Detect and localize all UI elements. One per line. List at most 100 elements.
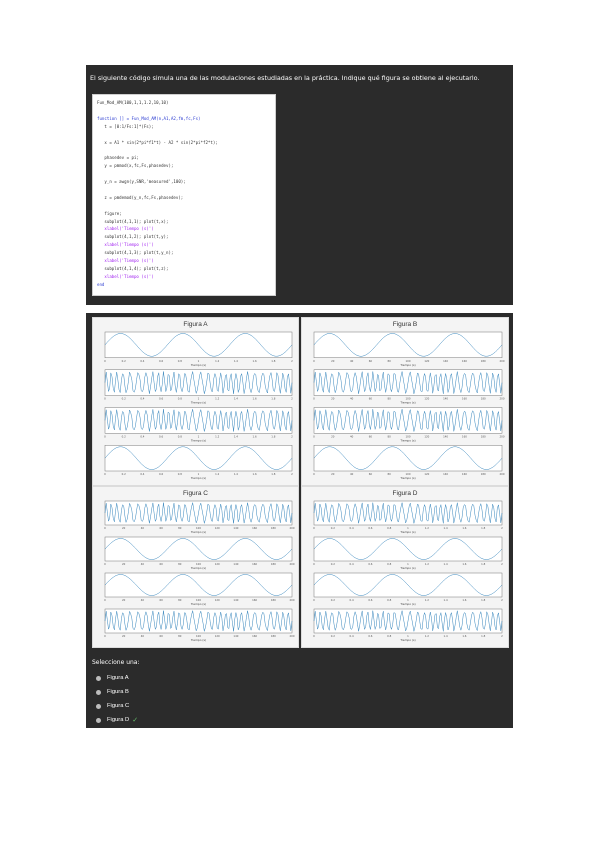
- radio-button[interactable]: [96, 717, 101, 723]
- subplot: 0 0.2 0.4 0.6 0.8 1 1.2 1.4 1.6 1.8 2Tiempo (s): [104, 445, 293, 480]
- figure-d: 0 0.2 0.4 0.6 0.8 1 1.2 1.4 1.6 1.8 2 Tiempo (s) 0 0.…: [301, 486, 509, 648]
- tick-label: 0: [313, 634, 315, 638]
- x-axis-label: Tiempo (s): [399, 638, 415, 642]
- figure-title: Figura B: [392, 321, 418, 328]
- tick-label: 2: [291, 472, 293, 476]
- tick-label: 1.8: [271, 434, 275, 438]
- tick-label: 0.6: [368, 598, 372, 602]
- tick-label: 0.6: [159, 434, 163, 438]
- x-axis-label: Tiempo (s): [399, 530, 415, 534]
- subplot: 0 0.2 0.4 0.6 0.8 1 1.2 1.4 1.6 1.8 2Tiempo (s): [104, 369, 293, 405]
- code-line: subplot(4,1,3); plot(t,y_n);: [97, 250, 174, 256]
- tick-label: 0.6: [159, 472, 163, 476]
- radio-button[interactable]: [96, 689, 101, 695]
- tick-label: 180: [481, 472, 486, 476]
- select-label: Seleccione una:: [92, 659, 140, 666]
- subplot: 0 0.2 0.4 0.6 0.8 1 1.2 1.4 1.6 1.8 2Tiempo (s): [313, 608, 503, 642]
- x-axis-label: Tiempo (s): [190, 401, 206, 405]
- tick-label: 140: [233, 598, 238, 602]
- figure-title: Figura A: [183, 321, 208, 328]
- tick-label: 0: [104, 472, 106, 476]
- option-figura-b[interactable]: Figura B: [96, 687, 129, 697]
- tick-label: 1.8: [481, 634, 485, 638]
- tick-label: 80: [388, 434, 392, 438]
- tick-label: 1.4: [234, 359, 238, 363]
- tick-label: 20: [331, 359, 335, 363]
- radio-button[interactable]: [96, 703, 101, 709]
- tick-label: 1.8: [481, 526, 485, 530]
- tick-label: 200: [290, 598, 295, 602]
- tick-label: 160: [462, 359, 467, 363]
- tick-label: 1.6: [462, 634, 466, 638]
- tick-label: 1.4: [444, 562, 448, 566]
- code-line: subplot(4,1,2); plot(t,y);: [97, 234, 169, 240]
- option-figura-d[interactable]: Figura D ✓: [96, 715, 138, 725]
- figure-plot-area: 0 0.2 0.4 0.6 0.8 1 1.2 1.4 1.6 1.8 2Tiempo (s) 0 0.…: [104, 331, 293, 480]
- subplot: 0 20 40 60 80 100 120 140 160 180 200Tiempo (s): [104, 608, 295, 642]
- tick-label: 1.2: [215, 434, 219, 438]
- tick-label: 80: [178, 598, 182, 602]
- x-axis-label: Tiempo (s): [190, 602, 206, 606]
- tick-label: 180: [481, 434, 486, 438]
- tick-label: 80: [388, 397, 392, 401]
- code-line: function [] = Fun_Mod_AM(n,A1,A2,fm,fc,F…: [97, 115, 201, 121]
- x-axis-label: Tiempo (s): [399, 602, 415, 606]
- tick-label: 200: [500, 434, 505, 438]
- tick-label: 0.8: [178, 472, 182, 476]
- tick-label: 60: [369, 359, 373, 363]
- tick-label: 80: [178, 526, 182, 530]
- option-figura-a[interactable]: Figura A: [96, 673, 129, 683]
- tick-label: 0: [104, 526, 106, 530]
- tick-label: 1.6: [253, 434, 257, 438]
- tick-label: 2: [501, 598, 503, 602]
- option-figura-c[interactable]: Figura C: [96, 701, 129, 711]
- tick-label: 200: [500, 472, 505, 476]
- tick-label: 200: [290, 526, 295, 530]
- x-axis-label: Tiempo (s): [190, 530, 206, 534]
- option-label: Figura D: [107, 717, 130, 723]
- tick-label: 0.4: [350, 634, 354, 638]
- tick-label: 140: [443, 472, 448, 476]
- x-axis-label: Tiempo (s): [399, 438, 415, 442]
- tick-label: 20: [122, 598, 126, 602]
- tick-label: 180: [481, 359, 486, 363]
- tick-label: 60: [159, 562, 163, 566]
- x-axis-label: Tiempo (s): [399, 566, 415, 570]
- tick-label: 140: [233, 634, 238, 638]
- figure-plot-area: 0 0.2 0.4 0.6 0.8 1 1.2 1.4 1.6 1.8 2Tiempo (s)0 0.…: [313, 500, 503, 642]
- tick-label: 0.2: [122, 397, 126, 401]
- tick-label: 140: [443, 397, 448, 401]
- tick-label: 0.2: [331, 562, 335, 566]
- subplot: 0 20 40 60 80 100 120 140 160 180 200Tiempo (s): [313, 369, 505, 405]
- subplot: 0 0.2 0.4 0.6 0.8 1 1.2 1.4 1.6 1.8 2Tiempo (s): [313, 572, 503, 606]
- tick-label: 0.8: [387, 526, 391, 530]
- check-icon: ✓: [132, 716, 139, 724]
- x-axis-label: Tiempo (s): [190, 476, 206, 480]
- tick-label: 120: [215, 526, 220, 530]
- tick-label: 1.8: [271, 472, 275, 476]
- tick-label: 120: [215, 562, 220, 566]
- tick-label: 60: [159, 526, 163, 530]
- x-axis-label: Tiempo (s): [399, 401, 415, 405]
- radio-button[interactable]: [96, 675, 101, 681]
- tick-label: 40: [141, 526, 145, 530]
- tick-label: 2: [501, 562, 503, 566]
- tick-label: 1.4: [444, 634, 448, 638]
- tick-label: 40: [350, 434, 354, 438]
- tick-label: 0.6: [368, 634, 372, 638]
- tick-label: 200: [500, 397, 505, 401]
- figure-plot-area: 0 20 40 60 80 100 120 140 160 180 200Tiempo (s) 0 20…: [104, 500, 295, 642]
- tick-label: 60: [159, 598, 163, 602]
- tick-label: 60: [369, 397, 373, 401]
- subplot: 0 20 40 60 80 100 120 140 160 180 200Tiempo (s): [104, 500, 295, 534]
- option-label: Figura C: [107, 703, 130, 709]
- tick-label: 80: [388, 472, 392, 476]
- tick-label: 1.8: [271, 397, 275, 401]
- tick-label: 0.4: [140, 472, 144, 476]
- figure-a: 0 0.2 0.4 0.6 0.8 1 1.2 1.4 1.6 1.8 2 Tiempo (s) 0 0.…: [92, 317, 299, 486]
- code-line: x = A1 * sin(2*pi*f1*t) - A2 * sin(2*pi*…: [97, 139, 218, 145]
- tick-label: 1.4: [234, 472, 238, 476]
- tick-label: 40: [350, 397, 354, 401]
- x-axis-label: Tiempo (s): [190, 638, 206, 642]
- tick-label: 60: [369, 472, 373, 476]
